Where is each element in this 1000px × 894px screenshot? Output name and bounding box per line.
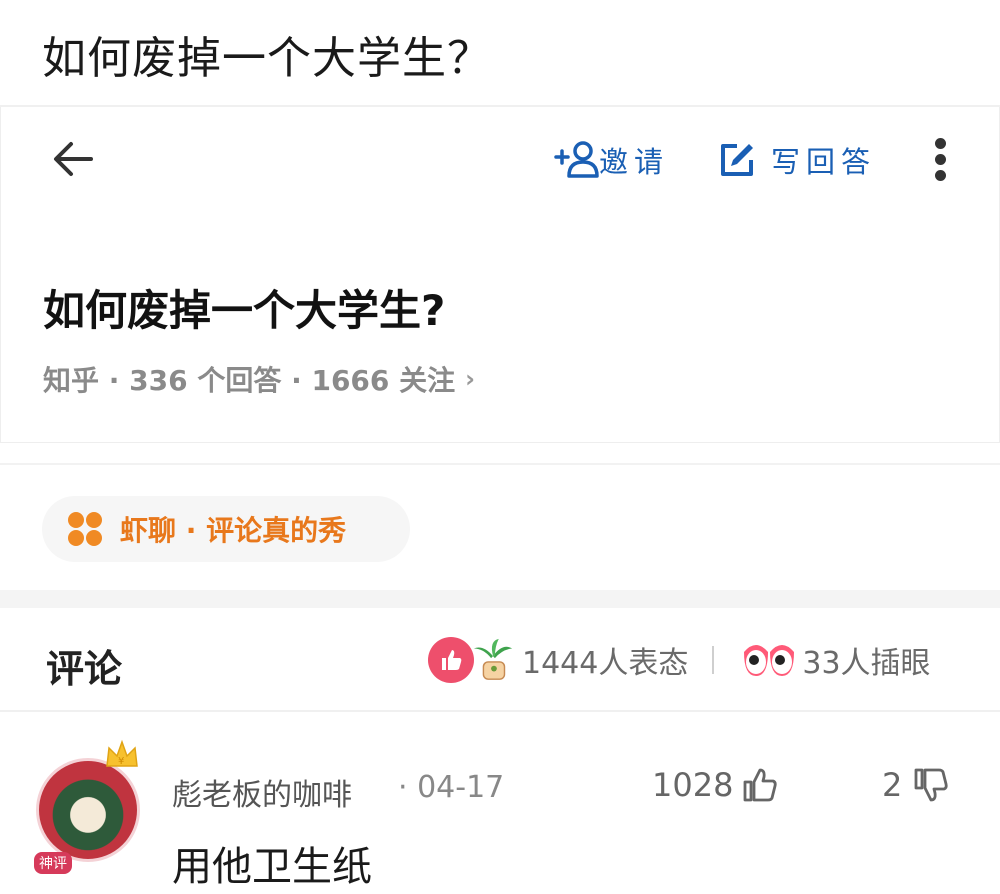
eyes-icon (742, 636, 796, 684)
question-meta: 知乎 · 336 个回答 · 1666 关注 (43, 364, 456, 397)
write-answer-label: 写回答 (771, 145, 877, 179)
write-answer-button[interactable]: 写回答 (717, 139, 876, 181)
dislike-count: 2 (882, 766, 903, 804)
eyes-count: 33人插眼 (802, 646, 931, 681)
avatar[interactable] (36, 758, 140, 862)
like-count: 1028 (652, 766, 734, 804)
promo-label: 虾聊 · 评论真的秀 (120, 514, 347, 547)
question-meta-link[interactable]: 知乎 · 336 个回答 · 1666 关注 › (43, 359, 475, 399)
more-menu-button[interactable] (925, 135, 955, 185)
comments-title: 评论 (46, 647, 123, 691)
comment-date: · 04-17 (398, 770, 505, 805)
palm-tree-reaction-icon (470, 637, 516, 683)
more-vertical-icon (934, 138, 946, 149)
promo-pill[interactable]: 虾聊 · 评论真的秀 (42, 496, 410, 562)
question-card: 邀请 写回答 如何废掉一个大学生? 知乎 · 336 个回答 · 1666 关注… (0, 105, 1000, 465)
edit-icon (721, 144, 753, 176)
like-button[interactable]: 1028 (652, 766, 779, 804)
comment-text: 用他卫生纸 (172, 844, 372, 890)
top-comment-badge: 神评 (34, 852, 72, 874)
clover-icon (68, 512, 102, 546)
back-button[interactable] (51, 137, 95, 181)
dislike-button[interactable]: 2 (882, 766, 950, 804)
reactions-summary[interactable]: 1444人表态 33人插眼 (428, 636, 931, 684)
add-user-icon (554, 141, 599, 178)
comments-header: 评论 1444人表态 33人插眼 (0, 608, 1000, 712)
crown-icon: ¥ (106, 739, 138, 767)
chevron-right-icon: › (465, 365, 476, 393)
question-title: 如何废掉一个大学生? (43, 286, 446, 335)
arrow-left-icon (54, 142, 93, 176)
caption-title: 如何废掉一个大学生？ (42, 33, 492, 84)
invite-label: 邀请 (599, 145, 670, 179)
section-divider (0, 590, 1000, 608)
reaction-count: 1444人表态 (522, 646, 689, 681)
thumbs-down-icon (914, 768, 949, 802)
comment-author[interactable]: 彪老板的咖啡 (172, 770, 352, 814)
reactions-divider (712, 646, 715, 674)
svg-text:¥: ¥ (118, 756, 124, 767)
thumbs-up-icon (744, 768, 778, 802)
invite-button[interactable]: 邀请 (553, 139, 669, 181)
thumbs-up-reaction-icon (428, 637, 474, 683)
comment-item: ¥ 神评 彪老板的咖啡 · 04-17 1028 2 用他卫生纸 (0, 730, 1000, 894)
